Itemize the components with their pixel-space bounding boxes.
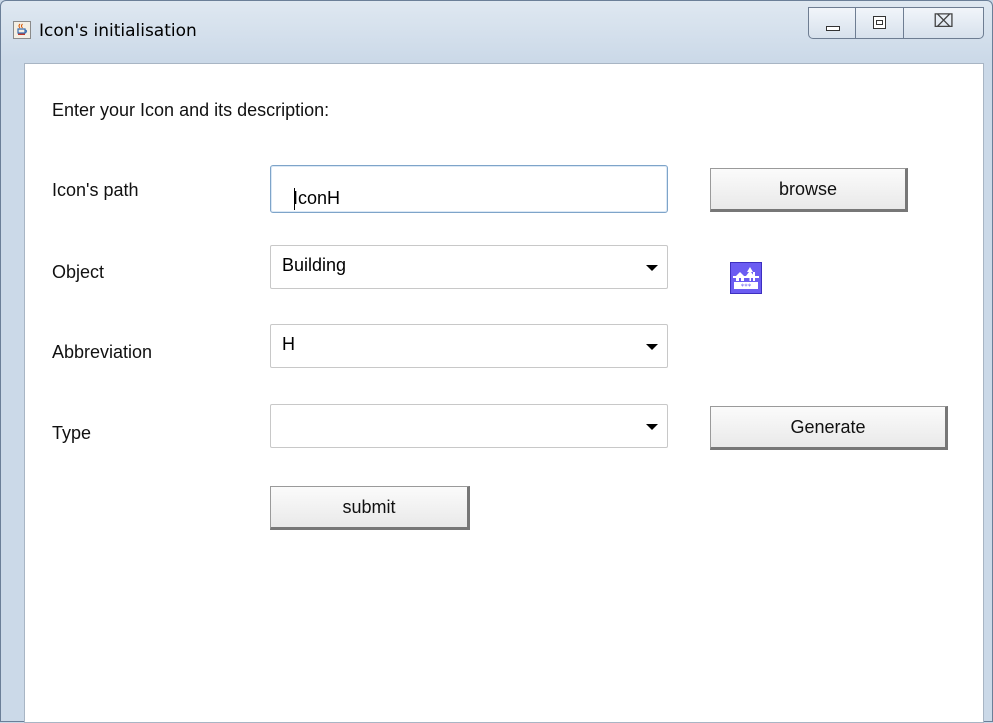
object-value: Building: [282, 255, 347, 275]
browse-button[interactable]: browse: [710, 168, 908, 212]
abbreviation-value: H: [282, 334, 295, 354]
minimize-button[interactable]: [808, 7, 856, 39]
java-coffee-cup-icon[interactable]: [13, 21, 31, 39]
chevron-down-icon: [646, 344, 658, 350]
type-dropdown[interactable]: [270, 404, 668, 448]
close-icon: ⌧: [933, 11, 954, 32]
maximize-icon: [873, 16, 886, 29]
window-title: Icon's initialisation: [39, 21, 197, 41]
app-window: Icon's initialisation ⌧ Enter your Icon …: [0, 0, 993, 723]
abbreviation-dropdown[interactable]: H: [270, 324, 668, 368]
object-dropdown[interactable]: Building: [270, 245, 668, 289]
text-caret: [294, 188, 295, 210]
maximize-button[interactable]: [856, 7, 904, 39]
caption-buttons: ⌧: [808, 7, 984, 41]
type-label: Type: [52, 423, 92, 443]
chevron-down-icon: [646, 424, 658, 430]
minimize-icon: [826, 26, 840, 31]
generate-button[interactable]: Generate: [710, 406, 948, 450]
form-heading: Enter your Icon and its description:: [52, 100, 330, 120]
chevron-down-icon: [646, 265, 658, 271]
title-bar[interactable]: Icon's initialisation ⌧: [1, 1, 992, 49]
submit-button[interactable]: submit: [270, 486, 470, 530]
building-trees-icon: ***: [730, 262, 762, 294]
icon-path-value: IconH: [293, 188, 341, 208]
icon-path-label: Icon's path: [52, 180, 139, 200]
svg-text:***: ***: [741, 283, 752, 291]
icon-path-input[interactable]: IconH: [270, 165, 668, 213]
form-panel: Enter your Icon and its description: Ico…: [24, 63, 984, 723]
object-label: Object: [52, 262, 105, 282]
abbreviation-label: Abbreviation: [52, 342, 153, 362]
close-button[interactable]: ⌧: [904, 7, 984, 39]
